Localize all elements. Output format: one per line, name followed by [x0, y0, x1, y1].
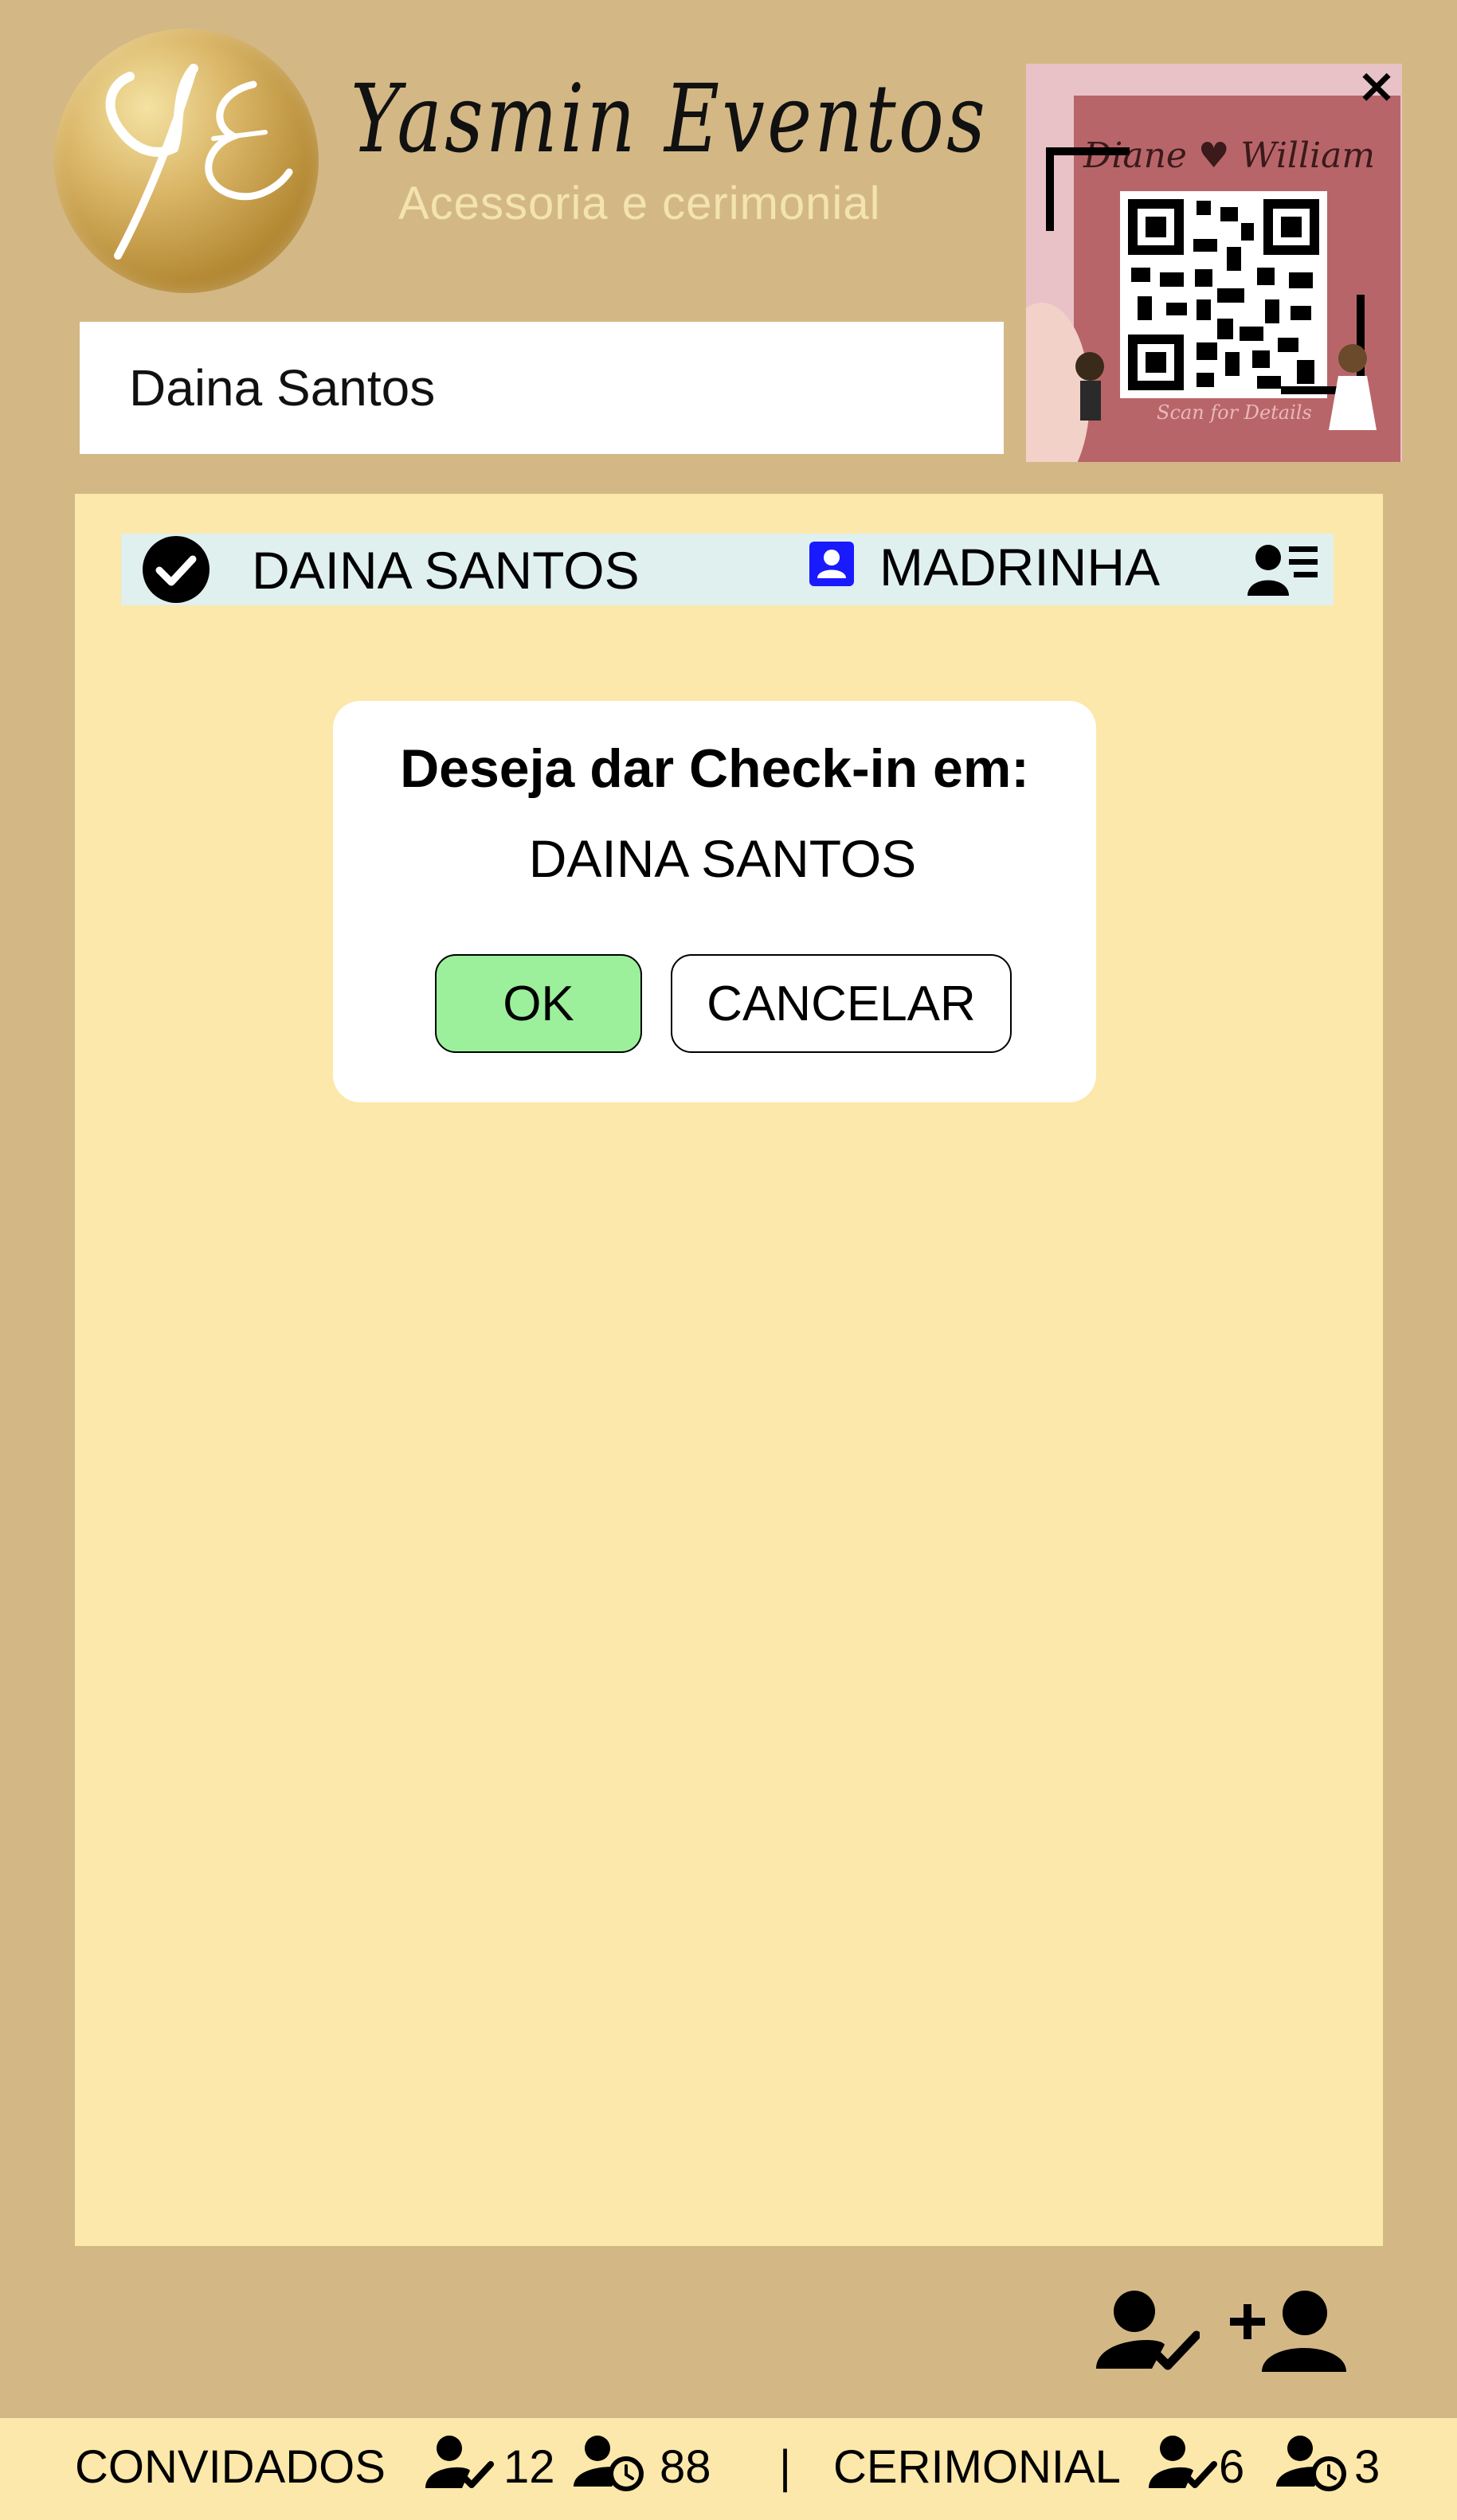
person-check-icon: [1096, 2291, 1201, 2370]
brand-name: Yasmin Eventos: [343, 48, 996, 191]
dialog-guest-name: DAINA SANTOS: [528, 829, 917, 888]
search-input-value: Daina Santos: [129, 359, 436, 417]
brand-logo: [54, 29, 319, 293]
ok-button-label: OK: [503, 976, 574, 1031]
ceremonial-pending-count: 3: [1354, 2441, 1381, 2493]
person-clock-icon: [574, 2434, 647, 2498]
guests-pending-count: 88: [660, 2441, 711, 2493]
footer-separator: |: [779, 2441, 792, 2493]
person-add-icon: [1230, 2291, 1346, 2372]
qr-code-icon: Diane ♥ William Scan for Details: [1026, 64, 1402, 462]
person-check-icon: [425, 2434, 494, 2495]
ceremonial-checked-count: 6: [1219, 2441, 1245, 2493]
checkin-list-button[interactable]: [1096, 2289, 1201, 2373]
person-clock-icon: [1276, 2434, 1349, 2498]
ceremonial-label: CERIMONIAL: [833, 2441, 1121, 2493]
brand-subtitle: Acessoria e cerimonial: [398, 178, 881, 229]
close-icon[interactable]: ×: [1354, 62, 1399, 110]
brand-name-text: Yasmin Eventos: [351, 64, 988, 174]
guests-label: CONVIDADOS: [75, 2441, 386, 2493]
guest-role: MADRINHA: [879, 538, 1161, 597]
cancel-button-label: CANCELAR: [707, 976, 976, 1031]
add-guest-button[interactable]: [1230, 2289, 1346, 2373]
qr-couple-text: Diane ♥ William: [1083, 135, 1375, 176]
cancel-button[interactable]: CANCELAR: [671, 954, 1012, 1053]
ok-button[interactable]: OK: [435, 954, 642, 1053]
check-circle-icon[interactable]: [140, 534, 212, 605]
guest-name: DAINA SANTOS: [252, 541, 640, 600]
guest-details-icon[interactable]: [1247, 538, 1319, 599]
qr-scanner-preview[interactable]: Diane ♥ William Scan for Details: [1026, 64, 1402, 462]
dialog-title: Deseja dar Check-in em:: [400, 738, 1029, 799]
contact-badge-icon: [808, 540, 856, 588]
qr-caption-text: Scan for Details: [1157, 401, 1312, 424]
logo-monogram-icon: [105, 64, 293, 260]
search-input[interactable]: Daina Santos: [80, 322, 1004, 454]
guests-checked-count: 12: [503, 2441, 555, 2493]
person-check-icon: [1149, 2434, 1217, 2495]
